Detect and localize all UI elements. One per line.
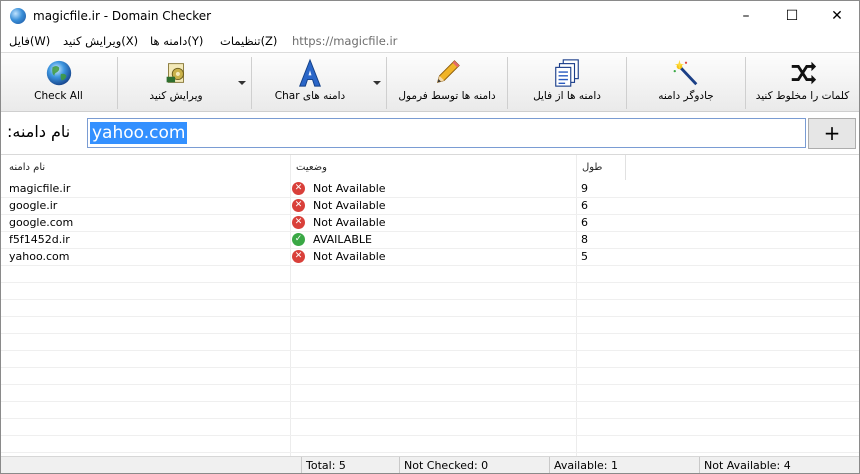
status-available: Available: 1: [549, 457, 699, 473]
domains-from-file-label: دامنه ها از فایل: [533, 90, 601, 102]
status-cell: Not Available: [313, 250, 386, 263]
row-divider: [1, 418, 859, 419]
length-cell: 6: [581, 199, 588, 212]
row-divider: [1, 350, 859, 351]
table-row[interactable]: google.com ✕ Not Available 6: [1, 214, 859, 231]
add-domain-button[interactable]: +: [808, 118, 856, 149]
table-row[interactable]: magicfile.ir ✕ Not Available 9: [1, 180, 859, 197]
unavailable-x-icon: ✕: [292, 199, 305, 212]
menu-settings[interactable]: تنظیمات(Z): [220, 34, 277, 48]
length-cell: 6: [581, 216, 588, 229]
status-not-available: Not Available: 4: [699, 457, 859, 473]
char-domains-button[interactable]: Char دامنه های: [252, 53, 368, 111]
toolbar: Check All ویرایش کنید Char دامنه های دام…: [1, 52, 859, 112]
pencil-icon: [436, 60, 460, 84]
magic-wand-icon: [673, 59, 698, 86]
results-table: نام دامنه وضعیت طول magicfile.ir ✕ Not Ava…: [1, 154, 859, 456]
char-domains-dropdown-arrow[interactable]: [373, 81, 381, 85]
check-all-label: Check All: [34, 90, 83, 102]
domain-name-value: yahoo.com: [90, 122, 188, 144]
menu-domains[interactable]: دامنه ها(Y): [150, 34, 203, 48]
column-header-status[interactable]: وضعیت: [290, 155, 327, 180]
row-divider: [1, 231, 859, 232]
status-cell: Not Available: [313, 216, 386, 229]
column-header-length[interactable]: طول: [576, 155, 602, 180]
length-cell: 8: [581, 233, 588, 246]
unavailable-x-icon: ✕: [292, 182, 305, 195]
row-divider: [1, 401, 859, 402]
domain-wizard-button[interactable]: جادوگر دامنه: [627, 53, 745, 111]
status-cell: AVAILABLE: [313, 233, 372, 246]
domain-wizard-label: جادوگر دامنه: [658, 90, 714, 102]
row-divider: [1, 214, 859, 215]
row-divider: [1, 316, 859, 317]
row-divider: [1, 367, 859, 368]
table-row[interactable]: f5f1452d.ir ✓ AVAILABLE 8: [1, 231, 859, 248]
row-divider: [1, 197, 859, 198]
shuffle-words-label: کلمات را مخلوط کنید: [755, 90, 850, 102]
domain-cell: yahoo.com: [9, 250, 70, 263]
domains-from-file-button[interactable]: دامنه ها از فایل: [508, 53, 626, 111]
menu-edit[interactable]: ویرایش کنید(X): [63, 34, 138, 48]
status-cell: Not Available: [313, 199, 386, 212]
close-button[interactable]: ✕: [814, 1, 859, 31]
menu-file[interactable]: فایل(W): [9, 34, 50, 48]
globe-icon: [46, 60, 71, 86]
maximize-button[interactable]: ☐: [769, 1, 815, 31]
edit-gear-icon: [166, 63, 184, 83]
row-divider: [1, 299, 859, 300]
letter-a-icon: [298, 58, 322, 87]
check-all-button[interactable]: Check All: [1, 53, 116, 111]
table-row[interactable]: google.ir ✕ Not Available 6: [1, 197, 859, 214]
domain-name-input[interactable]: yahoo.com: [87, 118, 806, 148]
menu-website-link[interactable]: https://magicfile.ir: [292, 34, 397, 48]
length-cell: 9: [581, 182, 588, 195]
formula-domains-button[interactable]: دامنه ها توسط فرمول: [387, 53, 507, 111]
row-divider: [1, 435, 859, 436]
domain-name-label: :نام دامنه: [7, 122, 71, 141]
domain-cell: google.ir: [9, 199, 58, 212]
status-not-checked: Not Checked: 0: [399, 457, 549, 473]
domain-cell: magicfile.ir: [9, 182, 71, 195]
unavailable-x-icon: ✕: [292, 250, 305, 263]
row-divider: [1, 248, 859, 249]
edit-dropdown-arrow[interactable]: [238, 81, 246, 85]
row-divider: [1, 265, 859, 266]
formula-domains-label: دامنه ها توسط فرمول: [398, 90, 496, 102]
column-divider: [625, 155, 626, 180]
app-globe-icon: [10, 8, 26, 24]
row-divider: [1, 384, 859, 385]
edit-button[interactable]: ویرایش کنید: [118, 53, 234, 111]
char-domains-label: Char دامنه های: [274, 90, 346, 102]
documents-icon: [555, 59, 579, 87]
available-check-icon: ✓: [292, 233, 305, 246]
unavailable-x-icon: ✕: [292, 216, 305, 229]
app-window: magicfile.ir - Domain Checker – ☐ ✕ فایل…: [0, 0, 860, 474]
window-title: magicfile.ir - Domain Checker: [33, 9, 212, 23]
shuffle-icon: [791, 61, 816, 85]
status-total: Total: 5: [301, 457, 399, 473]
status-cell: Not Available: [313, 182, 386, 195]
minimize-button[interactable]: –: [723, 1, 769, 31]
row-divider: [1, 333, 859, 334]
row-divider: [1, 282, 859, 283]
length-cell: 5: [581, 250, 588, 263]
menu-bar: فایل(W) ویرایش کنید(X) دامنه ها(Y) تنظیم…: [1, 31, 859, 51]
table-row[interactable]: yahoo.com ✕ Not Available 5: [1, 248, 859, 265]
domain-cell: google.com: [9, 216, 74, 229]
column-header-domain[interactable]: نام دامنه: [3, 155, 45, 180]
domain-cell: f5f1452d.ir: [9, 233, 70, 246]
shuffle-words-button[interactable]: کلمات را مخلوط کنید: [746, 53, 859, 111]
status-bar: Total: 5 Not Checked: 0 Available: 1 Not…: [1, 456, 859, 473]
title-bar: magicfile.ir - Domain Checker – ☐ ✕: [1, 1, 859, 31]
edit-label: ویرایش کنید: [149, 90, 203, 102]
row-divider: [1, 452, 859, 453]
